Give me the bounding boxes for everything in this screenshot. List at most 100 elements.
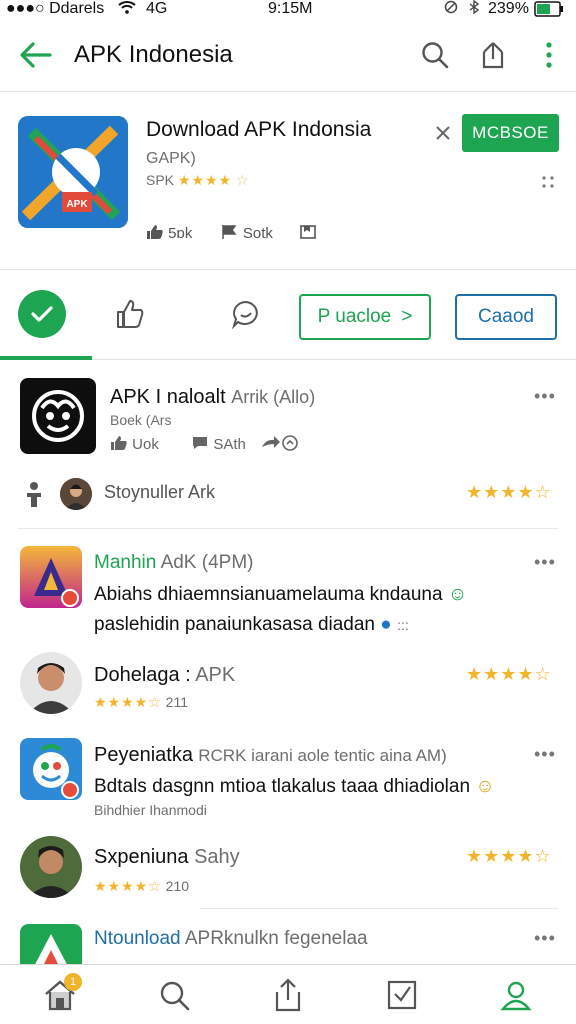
thumb-up-icon: [146, 224, 164, 244]
app-stats: 5ɒk Sotk: [146, 224, 317, 244]
action-row: P uacloe > Caaod: [0, 270, 576, 360]
clock: 9:15M: [268, 0, 313, 17]
rating-count: 211: [165, 694, 188, 710]
app-card-logo[interactable]: [20, 378, 96, 454]
feed-item-rating: ★★★★☆ 210: [94, 878, 189, 895]
more-horizontal-icon[interactable]: •••: [534, 552, 556, 573]
app-card-stat-likes: Uok: [132, 435, 159, 453]
more-vertical-icon[interactable]: [538, 36, 560, 74]
rating-stars: ★★★★: [177, 172, 233, 188]
app-logo[interactable]: APK: [18, 116, 128, 228]
notification-badge: 1: [64, 973, 82, 991]
feed-item-name[interactable]: Ntounload: [94, 928, 181, 949]
share-icon[interactable]: [268, 975, 308, 1015]
small-rating-stars: ★★★★☆: [94, 878, 162, 894]
more-horizontal-icon[interactable]: •••: [534, 744, 556, 765]
forward-icon[interactable]: [260, 434, 300, 456]
app-card-title: APK I naloalt Arrik (Allo): [110, 386, 315, 409]
feed-item-text: Bdtals dasgnn mtioa tlakalus taaa dhiadi…: [94, 776, 495, 798]
rating-line: SPK ★★★★ ☆: [146, 172, 250, 189]
app-card-title-main: APK I naloalt: [110, 386, 226, 408]
person-icon: [20, 480, 48, 508]
feed-item-line1: Abiahs dhiaemnsianuamelauma kndauna: [94, 584, 443, 605]
reviewer-avatar[interactable]: [60, 478, 92, 510]
more-horizontal-icon[interactable]: •••: [534, 928, 556, 949]
feed-item-header: Manhin AdK (4PM): [94, 552, 253, 574]
feed-item-name[interactable]: Sxpeniuna: [94, 846, 189, 868]
app-hero: APK Download APK Indonsia GAPK) SPK ★★★★…: [0, 92, 576, 270]
feed-item-text-2: paslehidin panaiunkasasa diadan ● :::: [94, 614, 409, 636]
page-title: APK Indonesia: [74, 41, 233, 68]
rating-stars: ★★★★☆: [466, 846, 552, 866]
app-title: Download APK Indonsia: [146, 118, 372, 141]
reviewer-rating-stars: ★★★★☆: [466, 482, 552, 502]
comment-bubble-icon: [191, 435, 209, 455]
feed-item-header: Ntounload APRknulkn fegenelaa: [94, 928, 368, 950]
bookmark-icon[interactable]: [299, 224, 317, 244]
user-avatar[interactable]: [20, 836, 82, 898]
close-icon[interactable]: [432, 122, 454, 144]
feed-item[interactable]: Ntounload APRknulkn fegenelaa •••: [0, 912, 576, 964]
battery-percent: 239%: [488, 0, 529, 17]
reviewer-label: Stoynuller Ark: [104, 482, 216, 502]
status-bar: ●●●○ Ddarels 4G 9:15M 239%: [0, 0, 576, 20]
app-bar: APK Indonesia: [0, 20, 576, 92]
app-subtitle: GAPK): [146, 150, 196, 167]
feed-item-line2: Bihdhier Ihanmodi: [94, 802, 207, 818]
check-circle-icon[interactable]: [18, 290, 66, 338]
cancel-button[interactable]: Caaod: [455, 294, 557, 340]
more-horizontal-icon[interactable]: •••: [534, 386, 556, 407]
feed-item-meta: AdK (4PM): [160, 552, 254, 573]
chevron-right-icon: >: [401, 306, 413, 327]
rating-prefix: SPK: [146, 172, 175, 188]
search-icon[interactable]: [416, 36, 454, 74]
feed-item-header: Peyeniatka RCRK iarani aole tentic aina …: [94, 744, 447, 767]
battery-icon: [534, 1, 564, 22]
preview-button-label: P uacloe: [317, 306, 392, 327]
app-card-stat-comments: SAth: [213, 435, 246, 453]
thumb-up-icon: [110, 435, 128, 455]
like-icon[interactable]: [110, 294, 150, 334]
alarm-icon: [444, 0, 458, 19]
rating-stars: ★★★★☆: [466, 664, 552, 684]
feed-item[interactable]: Peyeniatka RCRK iarani aole tentic aina …: [0, 726, 576, 826]
grid-dots-icon[interactable]: [538, 172, 558, 192]
comment-icon[interactable]: [226, 294, 266, 334]
feed-app-icon[interactable]: [20, 546, 82, 608]
flag-icon: [221, 224, 239, 244]
app-card-title-suffix: Arrik (Allo): [231, 387, 316, 407]
network-label: 4G: [146, 0, 168, 17]
feed-item-header: Sxpeniuna Sahy: [94, 846, 240, 869]
feed-item-meta: RCRK iarani aole tentic aina AM): [198, 746, 447, 765]
feed-item[interactable]: Dohelaga : APK ★★★★☆ ★★★★☆ 211: [0, 640, 576, 726]
feed-item-name[interactable]: Peyeniatka: [94, 744, 193, 766]
feed-item-meta: Sahy: [194, 846, 240, 868]
emoji-icon: ☺: [475, 776, 495, 797]
rating-count: 210: [165, 878, 190, 894]
emoji-icon: ●: [380, 614, 392, 635]
feed-item-text: Abiahs dhiaemnsianuamelauma kndauna ☺: [94, 584, 467, 606]
small-rating-stars: ★★★★☆: [94, 694, 162, 710]
preview-button[interactable]: P uacloe >: [299, 294, 431, 340]
feed-item[interactable]: Manhin AdK (4PM) ••• Abiahs dhiaemnsianu…: [0, 530, 576, 640]
share-icon[interactable]: [474, 36, 512, 74]
profile-icon[interactable]: [496, 975, 536, 1015]
back-arrow-icon[interactable]: [14, 34, 56, 76]
bluetooth-icon: [468, 0, 480, 19]
install-button[interactable]: MCBSOE: [462, 114, 559, 152]
search-icon[interactable]: [154, 975, 194, 1015]
feed-app-icon[interactable]: [20, 924, 82, 964]
feed-item-header: Dohelaga : APK: [94, 664, 235, 687]
divider: [18, 528, 558, 529]
feed-item-name[interactable]: Dohelaga :: [94, 664, 191, 686]
carrier-label: ●●●○ Ddarels: [6, 0, 105, 17]
feed-app-icon[interactable]: [20, 738, 82, 800]
feed-item[interactable]: Sxpeniuna Sahy ★★★★☆ ★★★★☆ 210: [0, 826, 576, 912]
user-avatar[interactable]: [20, 652, 82, 714]
feed-item-meta: APRknulkn fegenelaa: [184, 928, 368, 949]
stat-size: Sotk: [242, 224, 273, 242]
app-card-stats: Uok SAth: [110, 434, 300, 456]
wifi-icon: [118, 0, 136, 19]
feed-item-name[interactable]: Manhin: [94, 552, 156, 573]
check-box-icon[interactable]: [382, 975, 422, 1015]
